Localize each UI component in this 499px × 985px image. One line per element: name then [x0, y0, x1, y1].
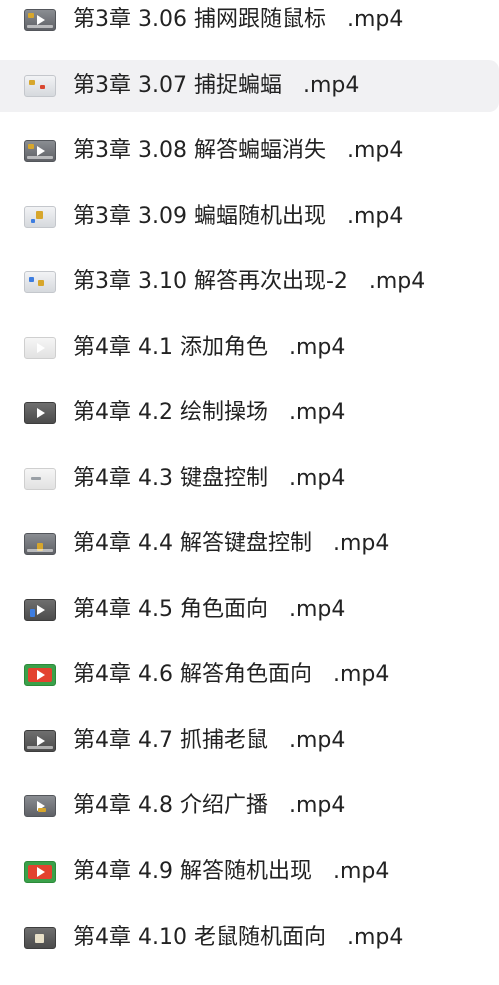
video-thumbnail-icon — [24, 927, 56, 949]
file-name: 第3章 3.06 捕网跟随鼠标 .mp4 — [73, 7, 404, 32]
video-thumbnail-icon — [24, 140, 56, 162]
video-thumbnail-icon — [24, 861, 56, 883]
file-name: 第3章 3.07 捕捉蝙蝠 .mp4 — [73, 73, 360, 98]
video-thumbnail-icon — [24, 75, 56, 97]
video-thumbnail-icon — [24, 337, 56, 359]
video-thumbnail-icon — [24, 402, 56, 424]
file-row[interactable]: 第4章 4.2 绘制操场 .mp4 — [0, 387, 499, 439]
file-name: 第4章 4.1 添加角色 .mp4 — [73, 335, 346, 360]
file-name: 第4章 4.9 解答随机出现 .mp4 — [73, 859, 390, 884]
file-row[interactable]: 第4章 4.9 解答随机出现 .mp4 — [0, 846, 499, 898]
file-name: 第4章 4.8 介绍广播 .mp4 — [73, 793, 346, 818]
video-thumbnail-icon — [24, 599, 56, 621]
file-row[interactable]: 第3章 3.06 捕网跟随鼠标 .mp4 — [0, 0, 499, 46]
video-thumbnail-icon — [24, 795, 56, 817]
file-row[interactable]: 第4章 4.6 解答角色面向 .mp4 — [0, 649, 499, 701]
file-list: 第3章 3.06 捕网跟随鼠标 .mp4 第3章 3.07 捕捉蝙蝠 .mp4 … — [0, 0, 499, 985]
video-thumbnail-icon — [24, 664, 56, 686]
file-row[interactable]: 第4章 4.8 介绍广播 .mp4 — [0, 780, 499, 832]
file-row[interactable]: 第4章 4.4 解答键盘控制 .mp4 — [0, 518, 499, 570]
video-thumbnail-icon — [24, 468, 56, 490]
file-name: 第4章 4.2 绘制操场 .mp4 — [73, 400, 346, 425]
file-name: 第4章 4.6 解答角色面向 .mp4 — [73, 662, 390, 687]
file-row[interactable]: 第4章 4.5 角色面向 .mp4 — [0, 584, 499, 636]
video-thumbnail-icon — [24, 206, 56, 228]
file-name: 第3章 3.10 解答再次出现-2 .mp4 — [73, 269, 426, 294]
file-row[interactable]: 第3章 3.08 解答蝙蝠消失 .mp4 — [0, 125, 499, 177]
file-name: 第4章 4.10 老鼠随机面向 .mp4 — [73, 925, 404, 950]
file-row[interactable]: 第4章 4.3 键盘控制 .mp4 — [0, 453, 499, 505]
file-row[interactable]: 第4章 4.10 老鼠随机面向 .mp4 — [0, 912, 499, 964]
file-row[interactable]: 第3章 3.09 蝙蝠随机出现 .mp4 — [0, 191, 499, 243]
file-name: 第4章 4.3 键盘控制 .mp4 — [73, 466, 346, 491]
video-thumbnail-icon — [24, 533, 56, 555]
file-row[interactable]: 第3章 3.10 解答再次出现-2 .mp4 — [0, 256, 499, 308]
file-name: 第4章 4.7 抓捕老鼠 .mp4 — [73, 728, 346, 753]
file-row[interactable]: 第4章 4.1 添加角色 .mp4 — [0, 322, 499, 374]
file-row-selected[interactable]: 第3章 3.07 捕捉蝙蝠 .mp4 — [0, 60, 499, 112]
video-thumbnail-icon — [24, 271, 56, 293]
file-name: 第4章 4.4 解答键盘控制 .mp4 — [73, 531, 390, 556]
video-thumbnail-icon — [24, 730, 56, 752]
file-name: 第3章 3.09 蝙蝠随机出现 .mp4 — [73, 204, 404, 229]
file-row[interactable]: 第4章 4.7 抓捕老鼠 .mp4 — [0, 715, 499, 767]
file-name: 第4章 4.5 角色面向 .mp4 — [73, 597, 346, 622]
video-thumbnail-icon — [24, 9, 56, 31]
file-name: 第3章 3.08 解答蝙蝠消失 .mp4 — [73, 138, 404, 163]
